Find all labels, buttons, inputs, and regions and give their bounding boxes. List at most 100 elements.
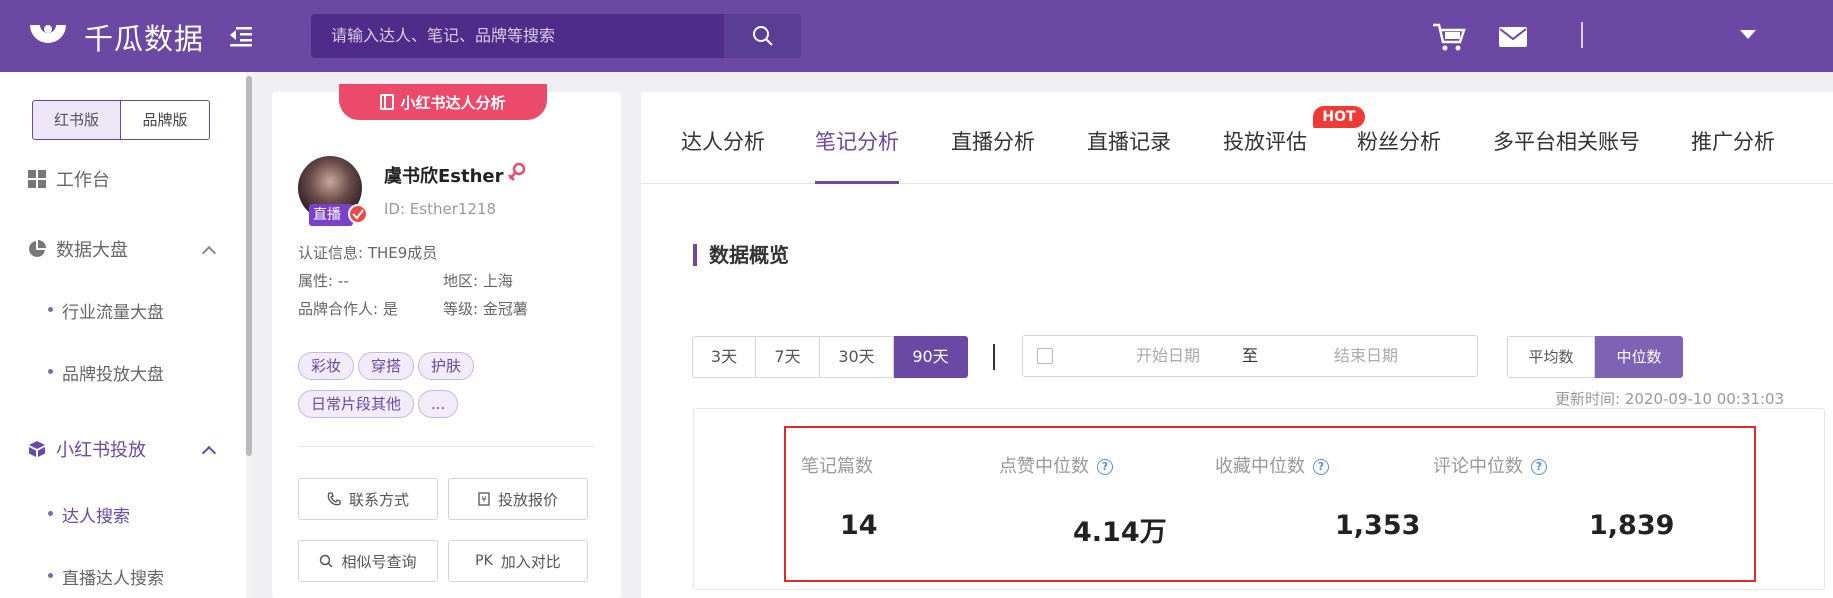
logo[interactable]: 千瓜数据 [26, 16, 204, 58]
search-button[interactable] [724, 14, 801, 58]
sidebar-subitem-brand[interactable]: 品牌投放大盘 [48, 360, 164, 385]
tag-list: 彩妆 穿搭 护肤 日常片段其他... [298, 352, 598, 428]
stat-label-comments: 评论中位数? [1433, 452, 1547, 478]
compare-button-label: 加入对比 [500, 552, 561, 571]
stat-average-button[interactable]: 平均数 [1507, 336, 1595, 378]
sidebar: 红书版 品牌版 工作台 数据大盘 行业流量大盘 品牌投放大盘 小红书投放 达人搜… [0, 72, 246, 598]
top-divider [1581, 22, 1583, 48]
section-title: 数据概览 [693, 244, 789, 266]
region-info: 地区: 上海 [443, 272, 513, 290]
help-icon[interactable]: ? [1531, 459, 1547, 475]
tag[interactable]: 穿搭 [358, 352, 415, 380]
kol-id: ID: Esther1218 [384, 200, 497, 218]
kol-name: 虞书欣Esther [384, 166, 504, 187]
box-icon [29, 441, 45, 457]
partner-info: 品牌合作人: 是 [298, 300, 398, 318]
stat-median-button[interactable]: 中位数 [1595, 336, 1683, 378]
tab-promotion-analysis[interactable]: 推广分析 [1691, 126, 1775, 156]
stat-label-likes: 点赞中位数? [999, 452, 1113, 478]
mail-icon[interactable] [1498, 26, 1528, 48]
separator [993, 344, 995, 370]
date-range-separator: 至 [1241, 346, 1258, 365]
price-button[interactable]: ¥ 投放报价 [448, 478, 588, 520]
tab-delivery-evaluation[interactable]: 投放评估 [1223, 126, 1307, 156]
logo-text: 千瓜数据 [84, 22, 205, 56]
period-3d[interactable]: 3天 [692, 336, 756, 378]
help-icon[interactable]: ? [1313, 459, 1329, 475]
tag[interactable]: 护肤 [418, 352, 475, 380]
contact-button[interactable]: 联系方式 [298, 478, 438, 520]
divider [298, 446, 594, 447]
help-icon[interactable]: ? [1097, 459, 1113, 475]
period-selector: 3天 7天 30天 90天 [692, 336, 968, 378]
tag-more[interactable]: ... [418, 390, 459, 418]
sidebar-subitem-kol-search[interactable]: 达人搜索 [48, 502, 130, 527]
profile-card: 小红书达人分析 直播 虞书欣Esther ID: Esther1218 认证信息… [272, 84, 621, 598]
tag[interactable]: 彩妆 [298, 352, 355, 380]
sidebar-subitem-live-search[interactable]: 直播达人搜索 [48, 564, 164, 589]
active-tab-indicator [815, 181, 899, 184]
date-range-picker[interactable]: 开始日期 至 结束日期 [1022, 335, 1478, 377]
sidebar-item-xhs[interactable]: 小红书投放 [28, 436, 146, 462]
sidebar-subitem-industry[interactable]: 行业流量大盘 [48, 298, 164, 323]
menu-collapse-icon[interactable] [228, 24, 254, 48]
chevron-up-icon[interactable] [201, 445, 217, 461]
period-7d[interactable]: 7天 [756, 336, 820, 378]
update-time: 更新时间: 2020-09-10 00:31:03 [1555, 390, 1785, 408]
user-menu-caret-icon[interactable] [1740, 30, 1756, 39]
stat-value-comments: 1,839 [1589, 510, 1675, 541]
date-end-input[interactable]: 结束日期 [1301, 336, 1431, 376]
similar-search-button[interactable]: 相似号查询 [298, 540, 438, 582]
search-input[interactable] [331, 14, 711, 58]
stat-label-text: 点赞中位数 [999, 456, 1089, 477]
tab-live-records[interactable]: 直播记录 [1087, 126, 1171, 156]
version-brand[interactable]: 品牌版 [121, 100, 210, 140]
pie-chart-icon [29, 240, 46, 257]
sidebar-scroll-thumb[interactable] [246, 76, 252, 456]
tab-live-analysis[interactable]: 直播分析 [951, 126, 1035, 156]
sidebar-item-label: 工作台 [56, 170, 110, 191]
cert-info: 认证信息: THE9成员 [298, 244, 438, 262]
pk-icon: PK [475, 553, 493, 569]
notebook-icon [380, 94, 395, 110]
stat-value-notes: 14 [840, 510, 878, 541]
stat-value-collects: 1,353 [1335, 510, 1421, 541]
version-red-book[interactable]: 红书版 [32, 100, 121, 140]
attribute-info: 属性: -- [298, 272, 349, 290]
contact-button-label: 联系方式 [348, 490, 409, 509]
stat-mode-toggle: 平均数 中位数 [1507, 336, 1683, 378]
top-bar: 千瓜数据 [0, 0, 1833, 72]
date-start-input[interactable]: 开始日期 [1103, 336, 1233, 376]
stat-label-text: 评论中位数 [1433, 456, 1523, 477]
price-button-label: 投放报价 [497, 490, 558, 509]
stat-label-collects: 收藏中位数? [1215, 452, 1329, 478]
stat-label-text: 收藏中位数 [1215, 456, 1305, 477]
level-info: 等级: 金冠薯 [443, 300, 528, 318]
female-icon [508, 162, 526, 181]
similar-search-label: 相似号查询 [341, 552, 417, 571]
chevron-up-icon[interactable] [201, 245, 217, 261]
stat-label-text: 笔记篇数 [801, 456, 873, 477]
period-30d[interactable]: 30天 [820, 336, 894, 378]
grid-icon [28, 170, 46, 188]
tab-multi-platform[interactable]: 多平台相关账号 [1493, 126, 1640, 156]
stats-highlight-box [784, 426, 1756, 582]
live-badge: 直播 [309, 204, 353, 226]
verified-icon [348, 204, 368, 224]
sidebar-item-dashboard[interactable]: 数据大盘 [28, 236, 128, 262]
phone-icon [327, 492, 341, 506]
compare-button[interactable]: PK 加入对比 [448, 540, 588, 582]
search-box [311, 14, 801, 58]
sidebar-item-workbench[interactable]: 工作台 [28, 166, 110, 192]
tab-kol-analysis[interactable]: 达人分析 [681, 126, 765, 156]
search-icon [752, 26, 773, 46]
sidebar-item-label: 数据大盘 [56, 240, 128, 261]
cart-icon[interactable] [1432, 22, 1466, 52]
tag[interactable]: 日常片段其他 [298, 390, 415, 418]
tab-note-analysis[interactable]: 笔记分析 [815, 126, 899, 156]
hot-badge: HOT [1313, 106, 1365, 128]
sidebar-item-label: 小红书投放 [56, 440, 146, 461]
search-icon [320, 554, 334, 568]
tab-fans-analysis[interactable]: 粉丝分析 [1357, 126, 1441, 156]
period-90d[interactable]: 90天 [894, 336, 968, 378]
